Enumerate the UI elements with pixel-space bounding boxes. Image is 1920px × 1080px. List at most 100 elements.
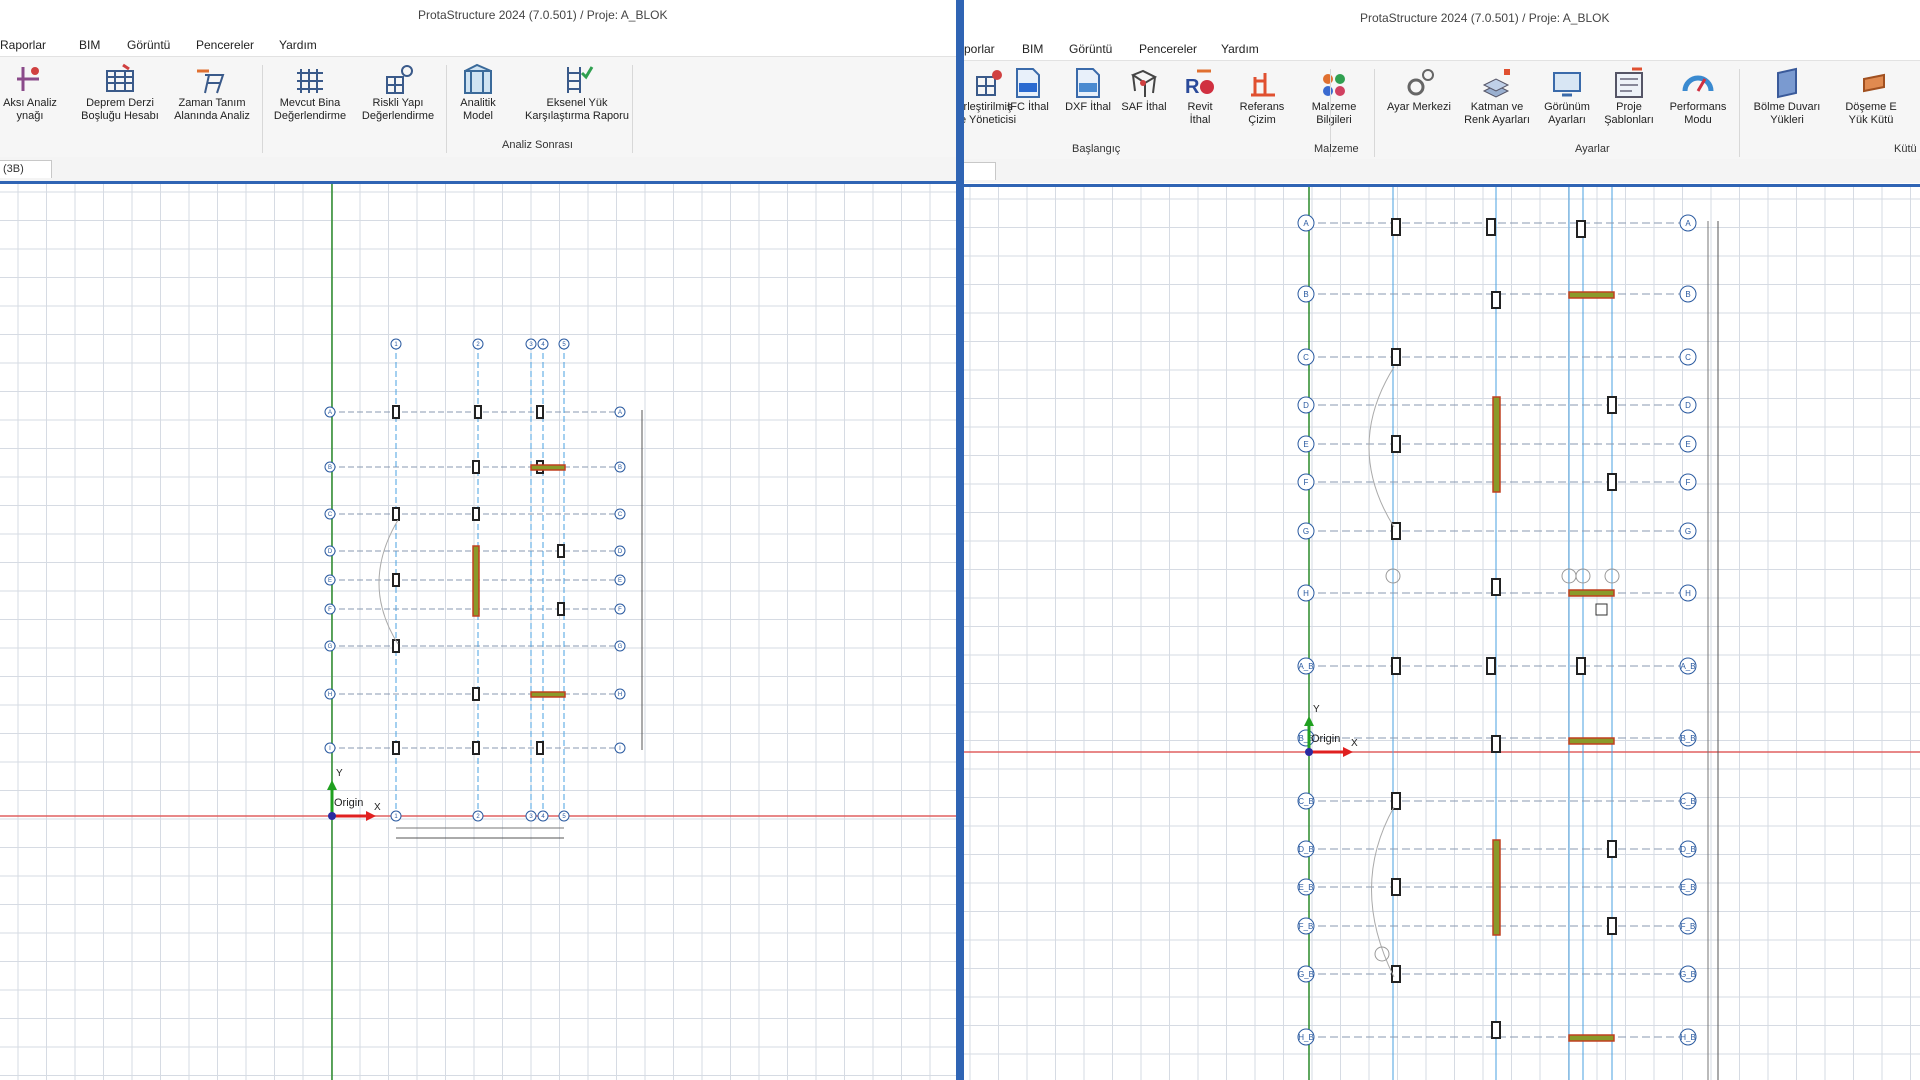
menu-yardim[interactable]: Yardım [279, 38, 317, 52]
drawing-canvas[interactable]: A AB BC CD DE EF FG GH HI I1122334455Origin XY [0, 184, 956, 1080]
menu-pencereler[interactable]: Pencereler [1139, 42, 1197, 56]
shear-wall [1568, 737, 1615, 745]
svg-text:R: R [1185, 76, 1200, 98]
window-divider[interactable] [956, 0, 964, 1080]
axis-label: B [328, 465, 332, 471]
column [1576, 220, 1586, 238]
axis-label: E_B [1680, 883, 1695, 892]
ribbon-separator [1374, 69, 1375, 157]
column [472, 507, 480, 521]
axis-label: F_B [1299, 922, 1314, 931]
column [1607, 917, 1617, 935]
performance-mode-icon [1682, 75, 1714, 92]
ifc-import-icon [1016, 68, 1040, 98]
axis-label: D [618, 549, 623, 555]
material-info-button[interactable]: Malzeme Bilgileri [1294, 67, 1374, 127]
revit-import-icon: R [1185, 69, 1214, 98]
axis-label: E_B [1298, 883, 1313, 892]
axis-label: G [328, 644, 333, 650]
shear-wall [1492, 396, 1501, 493]
button-label: Eksenel Yük Karşılaştırma Raporu [525, 97, 629, 122]
button-label: Bölme Duvarı Yükleri [1753, 101, 1821, 126]
view-settings-icon [1553, 72, 1581, 97]
axis-label: H [618, 692, 622, 698]
analytical-model-button[interactable]: Analitik Model [432, 63, 524, 123]
reference-drawing-button[interactable]: Referans Çizim [1222, 67, 1302, 127]
axis-label: C [1303, 353, 1309, 362]
layer-color-button[interactable]: Katman ve Renk Ayarları [1454, 67, 1540, 127]
axis-label: G [1685, 527, 1691, 536]
selection-marker [1595, 603, 1608, 616]
menu-bim[interactable]: BIM [1022, 42, 1043, 56]
column [472, 741, 480, 755]
column [1491, 735, 1501, 753]
column [557, 602, 565, 616]
time-history-button[interactable]: Zaman Tanım Alanında Analiz [166, 63, 258, 123]
seismic-joint-button[interactable]: Deprem Derzi Boşluğu Hesabı [74, 63, 166, 123]
axis-label: G_B [1680, 970, 1696, 979]
axis-label: F [1304, 478, 1309, 487]
axis-label: B [618, 465, 622, 471]
slab-load-button[interactable]: Döşeme E Yük Kütü [1826, 67, 1916, 127]
button-label: Malzeme Bilgileri [1311, 101, 1357, 126]
origin-point [1305, 748, 1313, 756]
axis-label: E [1685, 440, 1690, 449]
menu-goruntu[interactable]: Görüntü [1069, 42, 1112, 56]
axial-load-report-button[interactable]: Eksenel Yük Karşılaştırma Raporu [522, 63, 632, 123]
window-title: ProtaStructure 2024 (7.0.501) / Proje: A… [418, 8, 668, 22]
menu-raporlar[interactable]: porlar [964, 42, 995, 56]
performance-mode-button[interactable]: Performans Modu [1658, 67, 1738, 127]
saf-import-button[interactable]: SAF İthal [1109, 67, 1179, 114]
partition-wall-button[interactable]: Bölme Duvarı Yükleri [1742, 67, 1832, 127]
column [392, 507, 400, 521]
button-label: Referans Çizim [1239, 101, 1285, 126]
shear-wall [1568, 589, 1615, 597]
project-templates-button[interactable]: Proje Şablonları [1594, 67, 1664, 127]
column [1391, 218, 1401, 236]
settings-center-button[interactable]: Ayar Merkezi [1376, 67, 1462, 114]
menu-yardim[interactable]: Yardım [1221, 42, 1259, 56]
y-axis-label: Y [1313, 704, 1320, 715]
button-label: Performans Modu [1669, 101, 1727, 126]
column [1576, 657, 1586, 675]
axis-label: D [1685, 401, 1691, 410]
axis-label: A_B [1298, 662, 1313, 671]
axis-label: D_B [1298, 845, 1314, 854]
group-label: Malzeme [1314, 143, 1359, 155]
menu-goruntu[interactable]: Görüntü [127, 38, 170, 52]
column [472, 687, 480, 701]
menu-bar: porlar BIM Görüntü Pencereler Yardım [964, 40, 1920, 60]
risky-structure-button[interactable]: Riskli Yapı Değerlendirme [352, 63, 444, 123]
column [472, 460, 480, 474]
drawing-canvas[interactable]: A AB BC CD DE EF FG GH HA_B A_BB_B B_BC_B C_BD_B D_B… [964, 187, 1920, 1080]
axis-label: G_B [1298, 970, 1314, 979]
axis-label: B [1303, 290, 1308, 299]
column [536, 741, 544, 755]
menu-bim[interactable]: BIM [79, 38, 100, 52]
right-window: ProtaStructure 2024 (7.0.501) / Proje: A… [964, 0, 1920, 1080]
column [1607, 396, 1617, 414]
shear-wall [472, 545, 480, 617]
axis-label: A [1303, 219, 1309, 228]
shear-wall [1568, 1034, 1615, 1042]
y-axis-label: Y [336, 768, 343, 779]
y-axis-arrowhead [327, 780, 337, 790]
tab-view[interactable] [964, 162, 996, 180]
view-settings-button[interactable]: Görünüm Ayarları [1532, 67, 1602, 127]
layer-color-icon [1482, 69, 1510, 98]
axis-label: G [618, 644, 623, 650]
menu-raporlar[interactable]: Raporlar [0, 38, 46, 52]
existing-building-button[interactable]: Mevcut Bina Değerlendirme [264, 63, 356, 123]
axis-label: H [1685, 589, 1691, 598]
axis-label: A [328, 410, 332, 416]
revit-import-button[interactable]: R Revit İthal [1170, 67, 1230, 127]
menu-pencereler[interactable]: Pencereler [196, 38, 254, 52]
button-label: SAF İthal [1121, 101, 1167, 113]
ribbon-separator [262, 65, 263, 153]
arc-line [1368, 366, 1395, 528]
group-label: Başlangıç [1072, 143, 1121, 155]
axis-analysis-button[interactable]: Aksı Analiz ynağı [0, 63, 76, 123]
axis-label: E [1303, 440, 1308, 449]
column [1607, 840, 1617, 858]
tab-3d[interactable]: (3B) [0, 160, 52, 178]
